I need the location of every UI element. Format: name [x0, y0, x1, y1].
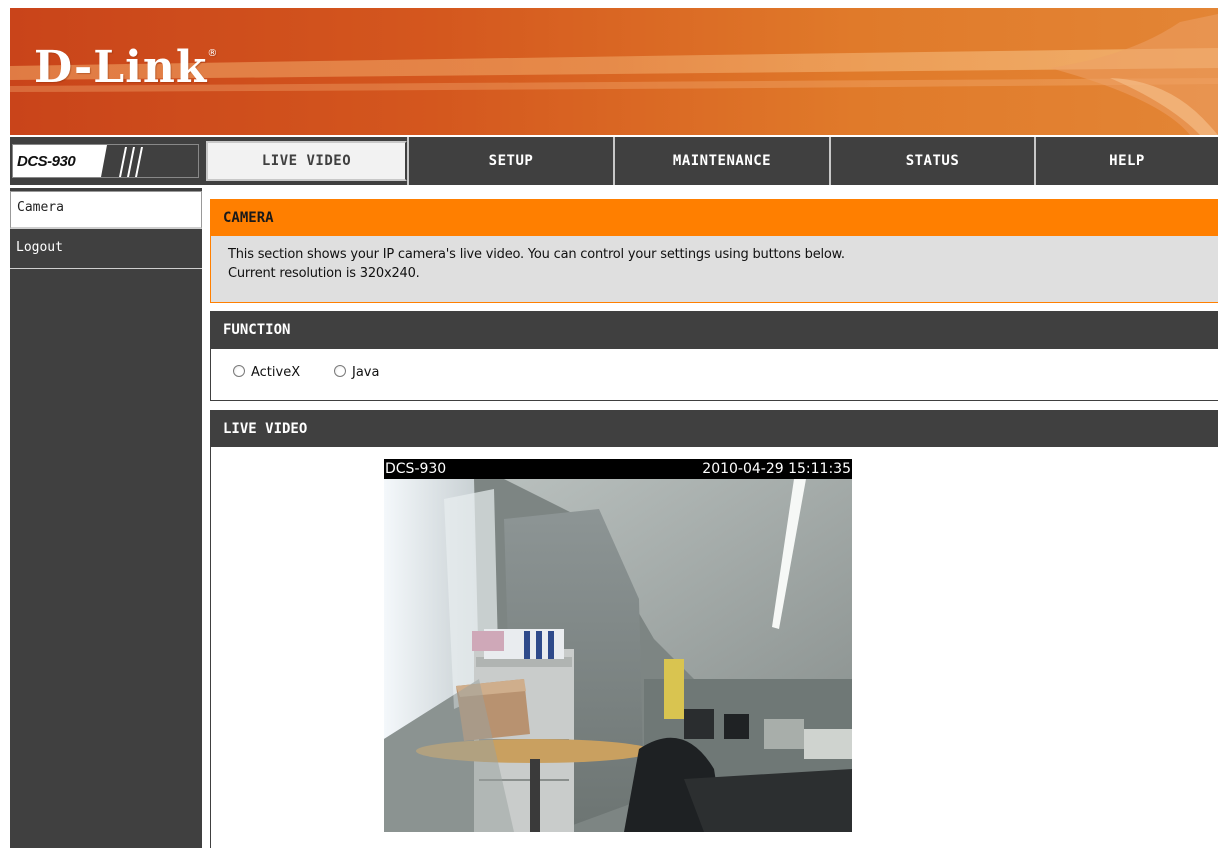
registered-mark: ® — [207, 48, 219, 59]
top-navigation: DCS-930 LIVE VIDEO SETUP MAINTENANCE STA… — [10, 137, 1218, 185]
activex-label: ActiveX — [251, 365, 301, 380]
header-banner: D-Link® — [10, 8, 1218, 135]
slashes-icon — [101, 145, 198, 177]
video-timestamp: 2010-04-29 15:11:35 — [702, 461, 851, 477]
live-video-section-title: LIVE VIDEO — [210, 410, 1218, 447]
tab-setup[interactable]: SETUP — [407, 137, 613, 185]
camera-section-title: CAMERA — [210, 199, 1218, 236]
dlink-logo: D-Link® — [34, 42, 218, 93]
activex-option[interactable]: ActiveX — [233, 365, 300, 380]
function-section-title: FUNCTION — [210, 311, 1218, 349]
logo-text: D-Link — [34, 42, 208, 93]
function-section-body: ActiveX Java — [210, 349, 1218, 401]
activex-radio[interactable] — [233, 365, 245, 377]
video-player[interactable]: DCS-930 2010-04-29 15:11:35 — [384, 459, 852, 832]
video-info-bar: DCS-930 2010-04-29 15:11:35 — [384, 459, 852, 479]
current-resolution: Current resolution is 320x240. — [228, 266, 420, 281]
tab-maintenance[interactable]: MAINTENANCE — [613, 137, 829, 185]
tab-help[interactable]: HELP — [1034, 137, 1218, 185]
model-name: DCS-930 — [17, 153, 76, 170]
java-label: Java — [352, 365, 380, 380]
java-option[interactable]: Java — [334, 365, 379, 380]
sidebar-item-logout[interactable]: Logout — [10, 231, 202, 269]
video-camera-name: DCS-930 — [385, 461, 447, 477]
java-radio[interactable] — [334, 365, 346, 377]
sidebar-item-camera[interactable]: Camera — [10, 191, 202, 229]
camera-description: This section shows your IP camera's live… — [228, 247, 845, 262]
live-video-section-body: DCS-930 2010-04-29 15:11:35 — [210, 447, 1218, 848]
sidebar: Camera Logout — [10, 188, 202, 848]
camera-section-body: This section shows your IP camera's live… — [210, 236, 1218, 303]
live-video-image — [384, 479, 852, 832]
tab-live-video[interactable]: LIVE VIDEO — [206, 141, 407, 181]
page: D-Link® DCS-930 LIVE VIDEO SETUP MAINTEN… — [0, 0, 1218, 848]
model-badge: DCS-930 — [12, 144, 199, 178]
tab-status[interactable]: STATUS — [829, 137, 1034, 185]
